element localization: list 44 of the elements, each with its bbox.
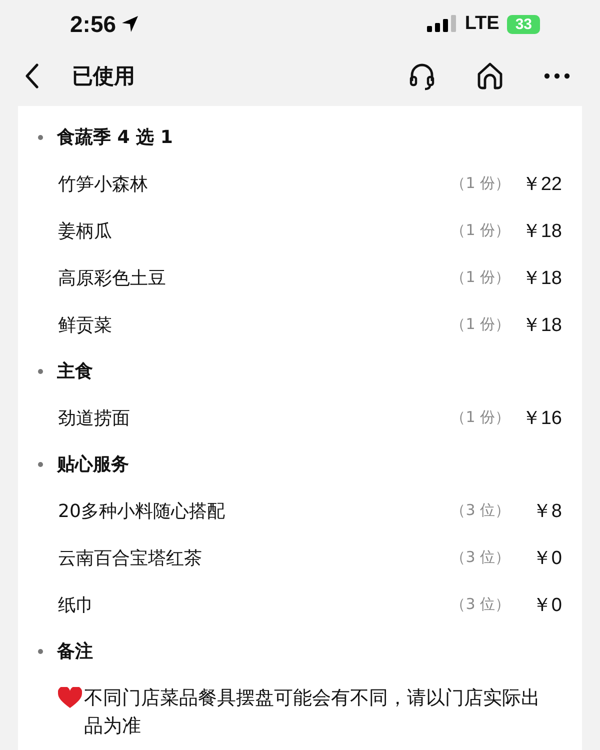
item-name: 姜柄瓜 (58, 220, 113, 242)
signal-icon (426, 15, 457, 33)
item-quantity: （1 份） (450, 315, 510, 334)
heart-icon (58, 687, 82, 709)
battery-indicator: 33 (507, 14, 540, 34)
item-quantity: （3 位） (450, 548, 510, 567)
headset-icon[interactable] (408, 61, 436, 91)
item-price: ￥18 (520, 220, 562, 244)
section-title: 贴心服务 (57, 453, 129, 476)
item-quantity: （1 份） (450, 268, 510, 287)
bullet-icon (38, 368, 43, 374)
section-title: 食蔬季 4 选 1 (57, 126, 173, 149)
item-price: ￥0 (531, 546, 562, 570)
item-price: ￥18 (520, 266, 562, 290)
item-name: 鲜贡菜 (58, 314, 113, 336)
item-quantity: （1 份） (450, 221, 510, 240)
item-price: ￥8 (531, 500, 562, 524)
bullet-icon (38, 462, 43, 466)
item-quantity: （3 位） (450, 501, 510, 520)
item-quantity: （3 位） (450, 595, 510, 614)
item-quantity: （1 份） (450, 408, 510, 427)
section-title: 备注 (57, 640, 93, 663)
home-icon[interactable] (476, 61, 504, 91)
item-name: 纸巾 (58, 594, 95, 616)
bullet-icon (38, 648, 43, 654)
bullet-icon (38, 134, 43, 140)
item-price: ￥16 (520, 406, 562, 430)
item-name: 劲道捞面 (58, 406, 131, 430)
item-quantity: （1 份） (450, 174, 510, 193)
back-icon[interactable] (24, 62, 40, 90)
item-price: ￥0 (531, 594, 562, 618)
location-arrow-icon (120, 14, 140, 34)
item-name: 云南百合宝塔红茶 (58, 546, 203, 570)
item-name: 竹笋小森林 (58, 172, 149, 196)
network-label: LTE (464, 13, 500, 35)
item-name: 高原彩色土豆 (58, 266, 167, 290)
status-time: 2:56 (70, 10, 116, 38)
page-title: 已使用 (72, 63, 135, 90)
item-name: 20多种小料随心搭配 (58, 500, 226, 522)
note-text: 不同门店菜品餐具摆盘可能会有不同，请以门店实际出品为准 (84, 686, 541, 739)
item-price: ￥18 (520, 314, 562, 338)
section-title: 主食 (57, 360, 93, 383)
item-price: ￥22 (520, 172, 562, 196)
more-icon[interactable] (544, 73, 570, 79)
